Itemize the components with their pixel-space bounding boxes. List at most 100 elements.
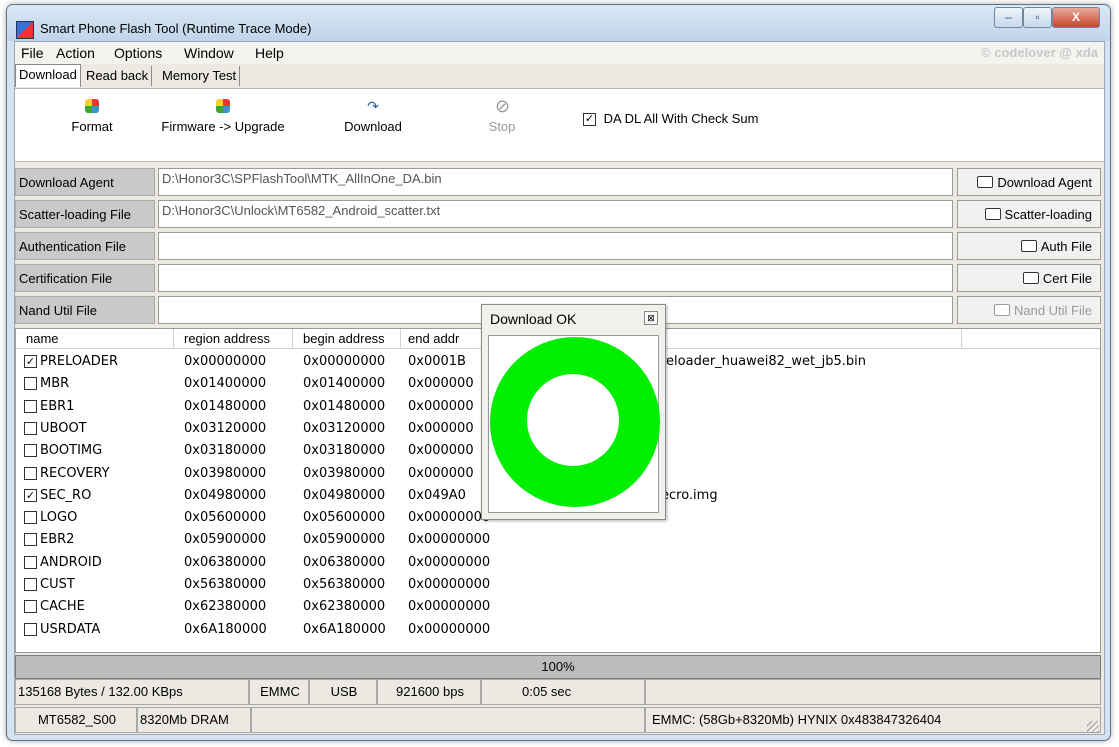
menu-file[interactable]: File	[21, 45, 44, 61]
checkbox-icon[interactable]	[24, 444, 37, 458]
download-agent-button-label: Download Agent	[997, 175, 1092, 190]
checkbox-icon[interactable]	[24, 555, 37, 569]
table-row[interactable]: USRDATA 0x6A180000 0x6A180000 0x00000000	[16, 619, 1100, 641]
format-label: Format	[71, 119, 113, 134]
begin-address: 0x04980000	[303, 487, 386, 503]
auth-file-label: Authentication File	[15, 232, 155, 260]
end-address: 0x000000	[408, 376, 474, 392]
da-checksum-checkbox[interactable]: ✓ DA DL All With Check Sum	[583, 111, 758, 127]
resize-grip-icon[interactable]	[1087, 721, 1099, 733]
menu-action[interactable]: Action	[56, 45, 95, 61]
minimize-button[interactable]: –	[994, 7, 1023, 28]
port-type: USB	[309, 679, 377, 705]
tab-memory-test[interactable]: Memory Test	[159, 66, 241, 86]
tab-read-back[interactable]: Read back	[83, 66, 153, 86]
cert-file-label: Certification File	[15, 264, 155, 292]
begin-address: 0x03120000	[303, 420, 386, 436]
folder-icon	[977, 176, 994, 188]
end-address: 0x00000000	[408, 510, 491, 526]
dialog-close-icon[interactable]: ⊠	[644, 311, 658, 325]
partition-name: LOGO	[40, 510, 78, 526]
partition-name: ANDROID	[40, 554, 102, 570]
scatter-loading-button[interactable]: Scatter-loading	[957, 200, 1101, 228]
checkbox-icon[interactable]	[24, 511, 37, 525]
download-agent-field[interactable]: D:\Honor3C\SPFlashTool\MTK_AllInOne_DA.b…	[158, 168, 953, 196]
cert-file-button[interactable]: Cert File	[957, 264, 1101, 292]
checkbox-icon[interactable]	[24, 622, 37, 636]
toolbar: Format Firmware -> Upgrade ↷ Download ⊘ …	[15, 88, 1104, 162]
dram-size: 8320Mb DRAM	[137, 707, 251, 733]
storage-type: EMMC	[249, 679, 309, 705]
menu-bar: File Action Options Window Help © codelo…	[15, 42, 1104, 64]
stop-button[interactable]: ⊘ Stop	[477, 97, 527, 134]
begin-address: 0x6A180000	[303, 621, 386, 637]
firmware-upgrade-label: Firmware -> Upgrade	[161, 119, 285, 134]
table-row[interactable]: EBR2 0x05900000 0x05900000 0x00000000	[16, 529, 1100, 551]
begin-address: 0x03980000	[303, 465, 386, 481]
checkbox-icon[interactable]	[24, 578, 37, 591]
success-ring-icon	[490, 337, 660, 507]
region-address: 0x03120000	[184, 420, 267, 436]
region-address: 0x05900000	[184, 532, 267, 548]
auth-file-field[interactable]	[158, 232, 953, 260]
partition-name: CACHE	[40, 599, 85, 615]
menu-window[interactable]: Window	[184, 45, 234, 61]
table-row[interactable]: CUST 0x56380000 0x56380000 0x00000000	[16, 574, 1100, 596]
baud-rate: 921600 bps	[377, 679, 481, 705]
end-address: 0x00000000	[408, 599, 491, 615]
checkbox-icon[interactable]	[24, 421, 37, 435]
region-address: 0x03180000	[184, 443, 267, 459]
partition-name: SEC_RO	[40, 487, 92, 503]
col-name[interactable]: name	[26, 331, 59, 346]
cert-file-field[interactable]	[158, 264, 953, 292]
partition-name: PRELOADER	[40, 354, 119, 369]
col-end-address[interactable]: end addr	[408, 331, 459, 346]
format-button[interactable]: Format	[57, 99, 127, 134]
tab-download[interactable]: Download	[15, 64, 81, 87]
partition-name: CUST	[40, 577, 75, 592]
checkbox-checked-icon[interactable]: ✓	[24, 355, 37, 368]
end-address: 0x0001B	[408, 354, 466, 369]
checkbox-icon[interactable]	[24, 399, 37, 413]
end-address: 0x00000000	[408, 532, 491, 548]
dialog-body	[488, 335, 660, 513]
checkbox-icon[interactable]	[24, 533, 37, 547]
checkbox-icon[interactable]	[24, 600, 37, 614]
download-agent-button[interactable]: Download Agent	[957, 168, 1101, 196]
nand-util-button[interactable]: Nand Util File	[957, 296, 1101, 324]
close-button[interactable]: X	[1052, 7, 1100, 28]
region-address: 0x03980000	[184, 465, 267, 481]
download-button[interactable]: ↷ Download	[333, 99, 413, 134]
status-spacer	[251, 707, 645, 733]
maximize-button[interactable]: ▫	[1023, 7, 1052, 28]
end-address: 0x049A0	[408, 487, 466, 503]
table-row[interactable]: CACHE 0x62380000 0x62380000 0x00000000	[16, 596, 1100, 618]
window-title: Smart Phone Flash Tool (Runtime Trace Mo…	[40, 21, 312, 36]
end-address: 0x000000	[408, 443, 474, 459]
col-region-address[interactable]: region address	[184, 331, 270, 346]
auth-file-button[interactable]: Auth File	[957, 232, 1101, 260]
table-row[interactable]: ANDROID 0x06380000 0x06380000 0x00000000	[16, 552, 1100, 574]
status-bar-1: 135168 Bytes / 132.00 KBps EMMC USB 9216…	[15, 679, 1101, 707]
transfer-speed: 135168 Bytes / 132.00 KBps	[15, 679, 249, 705]
app-icon	[16, 21, 34, 39]
checkbox-icon[interactable]	[24, 377, 37, 391]
title-bar[interactable]: Smart Phone Flash Tool (Runtime Trace Mo…	[7, 5, 1110, 41]
checkbox-icon[interactable]	[24, 466, 37, 480]
scatter-file-field[interactable]: D:\Honor3C\Unlock\MT6582_Android_scatter…	[158, 200, 953, 228]
end-address: 0x00000000	[408, 577, 491, 592]
elapsed-time: 0:05 sec	[481, 679, 645, 705]
begin-address: 0x01480000	[303, 398, 386, 414]
dialog-title: Download OK	[490, 311, 577, 327]
nand-util-button-label: Nand Util File	[1013, 303, 1092, 318]
col-begin-address[interactable]: begin address	[303, 331, 385, 346]
menu-help[interactable]: Help	[255, 45, 284, 61]
firmware-upgrade-button[interactable]: Firmware -> Upgrade	[153, 99, 293, 134]
region-address: 0x04980000	[184, 487, 267, 503]
region-address: 0x00000000	[184, 354, 267, 369]
cert-file-button-label: Cert File	[1042, 271, 1092, 286]
region-address: 0x56380000	[184, 577, 267, 592]
menu-options[interactable]: Options	[114, 45, 162, 61]
region-address: 0x01480000	[184, 398, 267, 414]
checkbox-checked-icon[interactable]: ✓	[24, 488, 37, 502]
